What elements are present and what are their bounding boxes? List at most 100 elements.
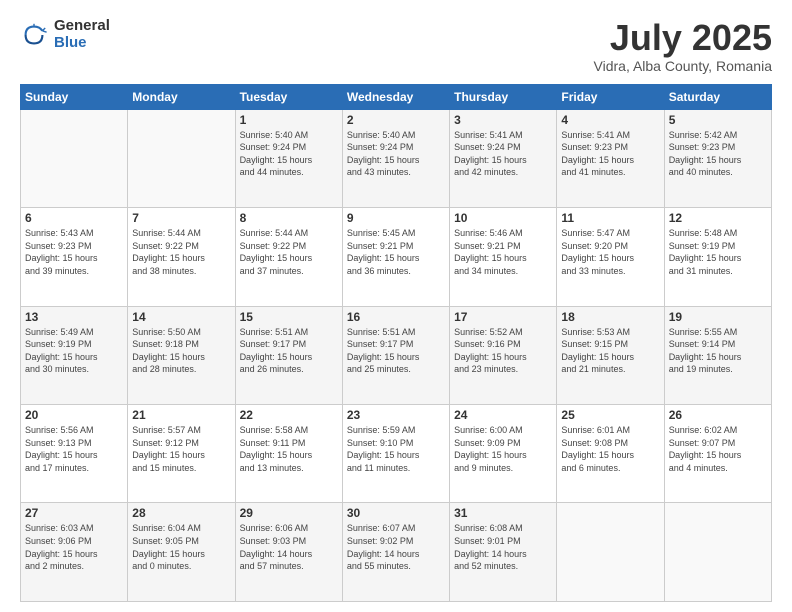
day-info: Sunrise: 5:40 AM Sunset: 9:24 PM Dayligh… <box>347 129 445 179</box>
calendar-cell: 7 Sunrise: 5:44 AM Sunset: 9:22 PM Daylig… <box>128 208 235 306</box>
day-number: 18 <box>561 310 659 324</box>
calendar-cell <box>664 503 771 602</box>
calendar-cell: 10 Sunrise: 5:46 AM Sunset: 9:21 PM Dayli… <box>450 208 557 306</box>
page: General Blue July 2025 Vidra, Alba Count… <box>0 0 792 612</box>
day-info: Sunrise: 6:00 AM Sunset: 9:09 PM Dayligh… <box>454 424 552 474</box>
day-info: Sunrise: 6:02 AM Sunset: 9:07 PM Dayligh… <box>669 424 767 474</box>
day-info: Sunrise: 6:07 AM Sunset: 9:02 PM Dayligh… <box>347 522 445 572</box>
day-number: 27 <box>25 506 123 520</box>
month-title: July 2025 <box>594 18 772 58</box>
day-number: 12 <box>669 211 767 225</box>
day-info: Sunrise: 5:40 AM Sunset: 9:24 PM Dayligh… <box>240 129 338 179</box>
calendar-cell: 9 Sunrise: 5:45 AM Sunset: 9:21 PM Daylig… <box>342 208 449 306</box>
calendar-header-thursday: Thursday <box>450 84 557 109</box>
day-number: 20 <box>25 408 123 422</box>
calendar-cell: 30 Sunrise: 6:07 AM Sunset: 9:02 PM Dayli… <box>342 503 449 602</box>
logo: General Blue <box>20 18 110 51</box>
calendar-cell: 19Sunrise: 5:55 AM Sunset: 9:14 PM Dayli… <box>664 306 771 404</box>
calendar-cell: 29Sunrise: 6:06 AM Sunset: 9:03 PM Dayli… <box>235 503 342 602</box>
calendar-cell: 2 Sunrise: 5:40 AM Sunset: 9:24 PM Daylig… <box>342 109 449 207</box>
day-number: 3 <box>454 113 552 127</box>
calendar-cell: 22 Sunrise: 5:58 AM Sunset: 9:11 PM Dayli… <box>235 405 342 503</box>
calendar-cell: 8Sunrise: 5:44 AM Sunset: 9:22 PM Daylig… <box>235 208 342 306</box>
day-number: 30 <box>347 506 445 520</box>
day-number: 2 <box>347 113 445 127</box>
calendar-header-monday: Monday <box>128 84 235 109</box>
calendar-cell: 3 Sunrise: 5:41 AM Sunset: 9:24 PM Daylig… <box>450 109 557 207</box>
day-info: Sunrise: 5:52 AM Sunset: 9:16 PM Dayligh… <box>454 326 552 376</box>
day-number: 7 <box>132 211 230 225</box>
calendar-cell <box>128 109 235 207</box>
calendar-week-row: 1Sunrise: 5:40 AM Sunset: 9:24 PM Daylig… <box>21 109 772 207</box>
day-info: Sunrise: 5:57 AM Sunset: 9:12 PM Dayligh… <box>132 424 230 474</box>
calendar-cell <box>21 109 128 207</box>
day-number: 26 <box>669 408 767 422</box>
day-info: Sunrise: 6:04 AM Sunset: 9:05 PM Dayligh… <box>132 522 230 572</box>
day-number: 29 <box>240 506 338 520</box>
calendar-cell: 14 Sunrise: 5:50 AM Sunset: 9:18 PM Dayli… <box>128 306 235 404</box>
calendar-cell: 28Sunrise: 6:04 AM Sunset: 9:05 PM Dayli… <box>128 503 235 602</box>
calendar-cell: 31 Sunrise: 6:08 AM Sunset: 9:01 PM Dayli… <box>450 503 557 602</box>
calendar-header-sunday: Sunday <box>21 84 128 109</box>
day-info: Sunrise: 5:44 AM Sunset: 9:22 PM Dayligh… <box>132 227 230 277</box>
day-info: Sunrise: 5:41 AM Sunset: 9:23 PM Dayligh… <box>561 129 659 179</box>
day-number: 16 <box>347 310 445 324</box>
day-number: 9 <box>347 211 445 225</box>
day-info: Sunrise: 6:01 AM Sunset: 9:08 PM Dayligh… <box>561 424 659 474</box>
day-number: 11 <box>561 211 659 225</box>
calendar-cell: 21 Sunrise: 5:57 AM Sunset: 9:12 PM Dayli… <box>128 405 235 503</box>
calendar: SundayMondayTuesdayWednesdayThursdayFrid… <box>20 84 772 602</box>
calendar-cell: 27Sunrise: 6:03 AM Sunset: 9:06 PM Dayli… <box>21 503 128 602</box>
calendar-cell <box>557 503 664 602</box>
calendar-cell: 16 Sunrise: 5:51 AM Sunset: 9:17 PM Dayli… <box>342 306 449 404</box>
calendar-cell: 23Sunrise: 5:59 AM Sunset: 9:10 PM Dayli… <box>342 405 449 503</box>
day-number: 14 <box>132 310 230 324</box>
calendar-cell: 12Sunrise: 5:48 AM Sunset: 9:19 PM Dayli… <box>664 208 771 306</box>
calendar-week-row: 27Sunrise: 6:03 AM Sunset: 9:06 PM Dayli… <box>21 503 772 602</box>
header: General Blue July 2025 Vidra, Alba Count… <box>20 18 772 74</box>
day-info: Sunrise: 5:49 AM Sunset: 9:19 PM Dayligh… <box>25 326 123 376</box>
logo-text: General Blue <box>54 18 110 51</box>
day-info: Sunrise: 5:56 AM Sunset: 9:13 PM Dayligh… <box>25 424 123 474</box>
calendar-week-row: 13 Sunrise: 5:49 AM Sunset: 9:19 PM Dayli… <box>21 306 772 404</box>
day-number: 10 <box>454 211 552 225</box>
calendar-cell: 26 Sunrise: 6:02 AM Sunset: 9:07 PM Dayli… <box>664 405 771 503</box>
day-info: Sunrise: 5:51 AM Sunset: 9:17 PM Dayligh… <box>347 326 445 376</box>
calendar-cell: 6 Sunrise: 5:43 AM Sunset: 9:23 PM Daylig… <box>21 208 128 306</box>
day-info: Sunrise: 5:50 AM Sunset: 9:18 PM Dayligh… <box>132 326 230 376</box>
title-block: July 2025 Vidra, Alba County, Romania <box>594 18 772 74</box>
day-info: Sunrise: 5:41 AM Sunset: 9:24 PM Dayligh… <box>454 129 552 179</box>
calendar-cell: 5Sunrise: 5:42 AM Sunset: 9:23 PM Daylig… <box>664 109 771 207</box>
day-info: Sunrise: 5:45 AM Sunset: 9:21 PM Dayligh… <box>347 227 445 277</box>
calendar-cell: 15Sunrise: 5:51 AM Sunset: 9:17 PM Dayli… <box>235 306 342 404</box>
calendar-cell: 1Sunrise: 5:40 AM Sunset: 9:24 PM Daylig… <box>235 109 342 207</box>
day-number: 21 <box>132 408 230 422</box>
calendar-header-saturday: Saturday <box>664 84 771 109</box>
day-info: Sunrise: 5:51 AM Sunset: 9:17 PM Dayligh… <box>240 326 338 376</box>
calendar-cell: 13 Sunrise: 5:49 AM Sunset: 9:19 PM Dayli… <box>21 306 128 404</box>
calendar-cell: 25 Sunrise: 6:01 AM Sunset: 9:08 PM Dayli… <box>557 405 664 503</box>
day-number: 6 <box>25 211 123 225</box>
logo-icon <box>20 21 48 49</box>
day-info: Sunrise: 5:43 AM Sunset: 9:23 PM Dayligh… <box>25 227 123 277</box>
calendar-cell: 24Sunrise: 6:00 AM Sunset: 9:09 PM Dayli… <box>450 405 557 503</box>
day-info: Sunrise: 5:55 AM Sunset: 9:14 PM Dayligh… <box>669 326 767 376</box>
day-number: 31 <box>454 506 552 520</box>
calendar-header-tuesday: Tuesday <box>235 84 342 109</box>
day-info: Sunrise: 5:58 AM Sunset: 9:11 PM Dayligh… <box>240 424 338 474</box>
day-info: Sunrise: 5:46 AM Sunset: 9:21 PM Dayligh… <box>454 227 552 277</box>
day-info: Sunrise: 5:53 AM Sunset: 9:15 PM Dayligh… <box>561 326 659 376</box>
calendar-cell: 18 Sunrise: 5:53 AM Sunset: 9:15 PM Dayli… <box>557 306 664 404</box>
day-number: 25 <box>561 408 659 422</box>
logo-general-text: General <box>54 18 110 35</box>
day-info: Sunrise: 5:42 AM Sunset: 9:23 PM Dayligh… <box>669 129 767 179</box>
calendar-header-row: SundayMondayTuesdayWednesdayThursdayFrid… <box>21 84 772 109</box>
calendar-header-wednesday: Wednesday <box>342 84 449 109</box>
calendar-cell: 20 Sunrise: 5:56 AM Sunset: 9:13 PM Dayli… <box>21 405 128 503</box>
day-info: Sunrise: 5:59 AM Sunset: 9:10 PM Dayligh… <box>347 424 445 474</box>
day-number: 22 <box>240 408 338 422</box>
day-info: Sunrise: 6:08 AM Sunset: 9:01 PM Dayligh… <box>454 522 552 572</box>
day-number: 13 <box>25 310 123 324</box>
calendar-week-row: 6 Sunrise: 5:43 AM Sunset: 9:23 PM Daylig… <box>21 208 772 306</box>
logo-blue-text: Blue <box>54 35 110 52</box>
